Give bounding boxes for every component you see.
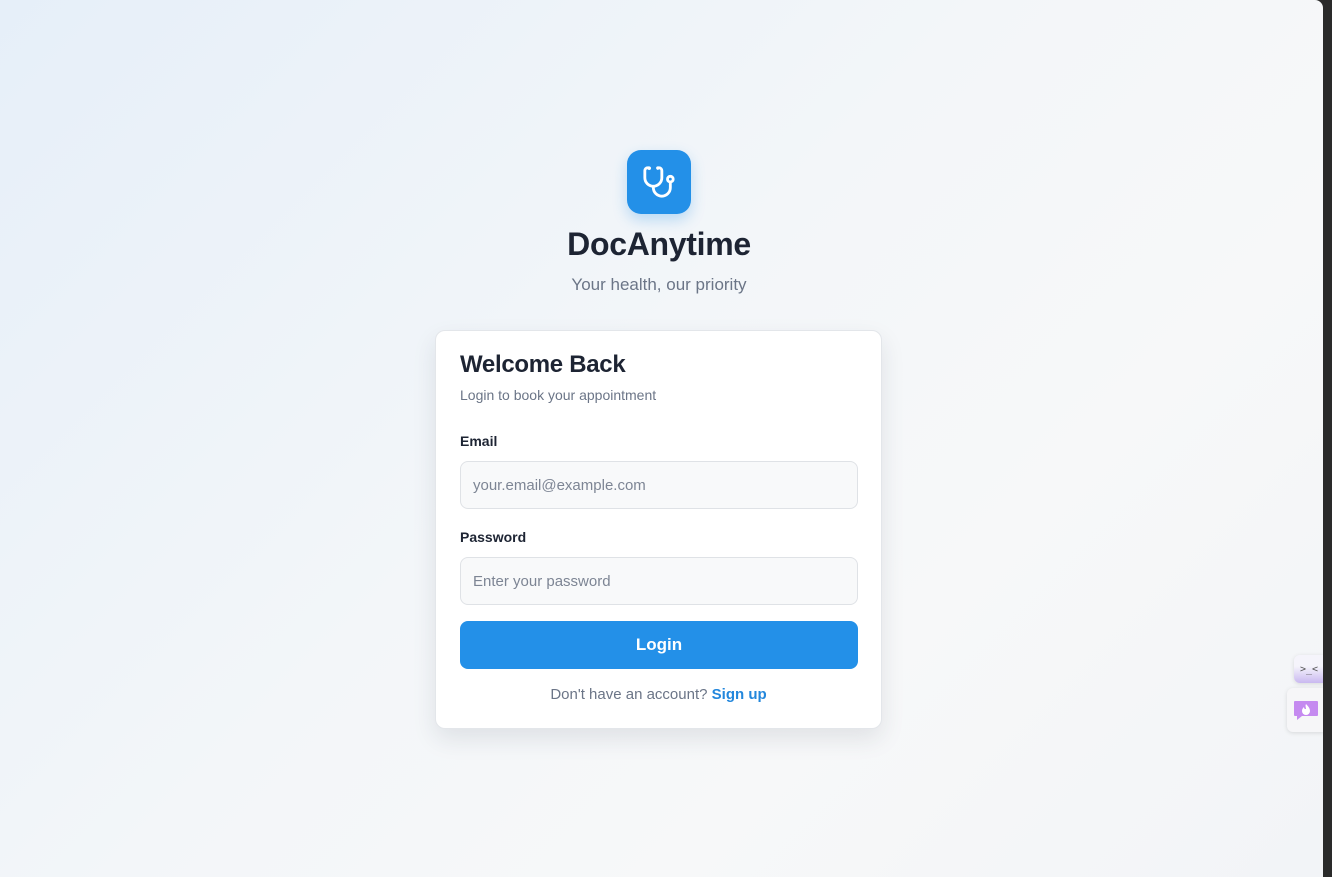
brand-name: DocAnytime [567,226,751,262]
login-button[interactable]: Login [460,621,858,669]
window-edge [1323,0,1332,877]
email-field[interactable] [460,461,858,509]
brand-tagline: Your health, our priority [571,275,747,294]
brand-logo [627,150,691,214]
password-label: Password [460,529,527,545]
login-card: Welcome Back Login to book your appointm… [435,330,882,729]
card-title: Welcome Back [460,351,626,378]
signup-row: Don't have an account? Sign up [436,686,881,703]
email-label: Email [460,433,498,449]
card-subtitle: Login to book your appointment [460,387,657,403]
extension-widget-terminal[interactable]: >_< [1294,655,1323,683]
password-field[interactable] [460,557,858,605]
page-background: DocAnytime Your health, our priority Wel… [0,0,1323,877]
signup-link[interactable]: Sign up [712,686,767,703]
extension-widget-chat[interactable] [1287,688,1323,732]
chat-flame-icon [1293,701,1318,720]
stethoscope-icon [643,166,675,198]
signup-prompt: Don't have an account? [550,686,708,703]
terminal-icon: >_< [1299,663,1319,675]
